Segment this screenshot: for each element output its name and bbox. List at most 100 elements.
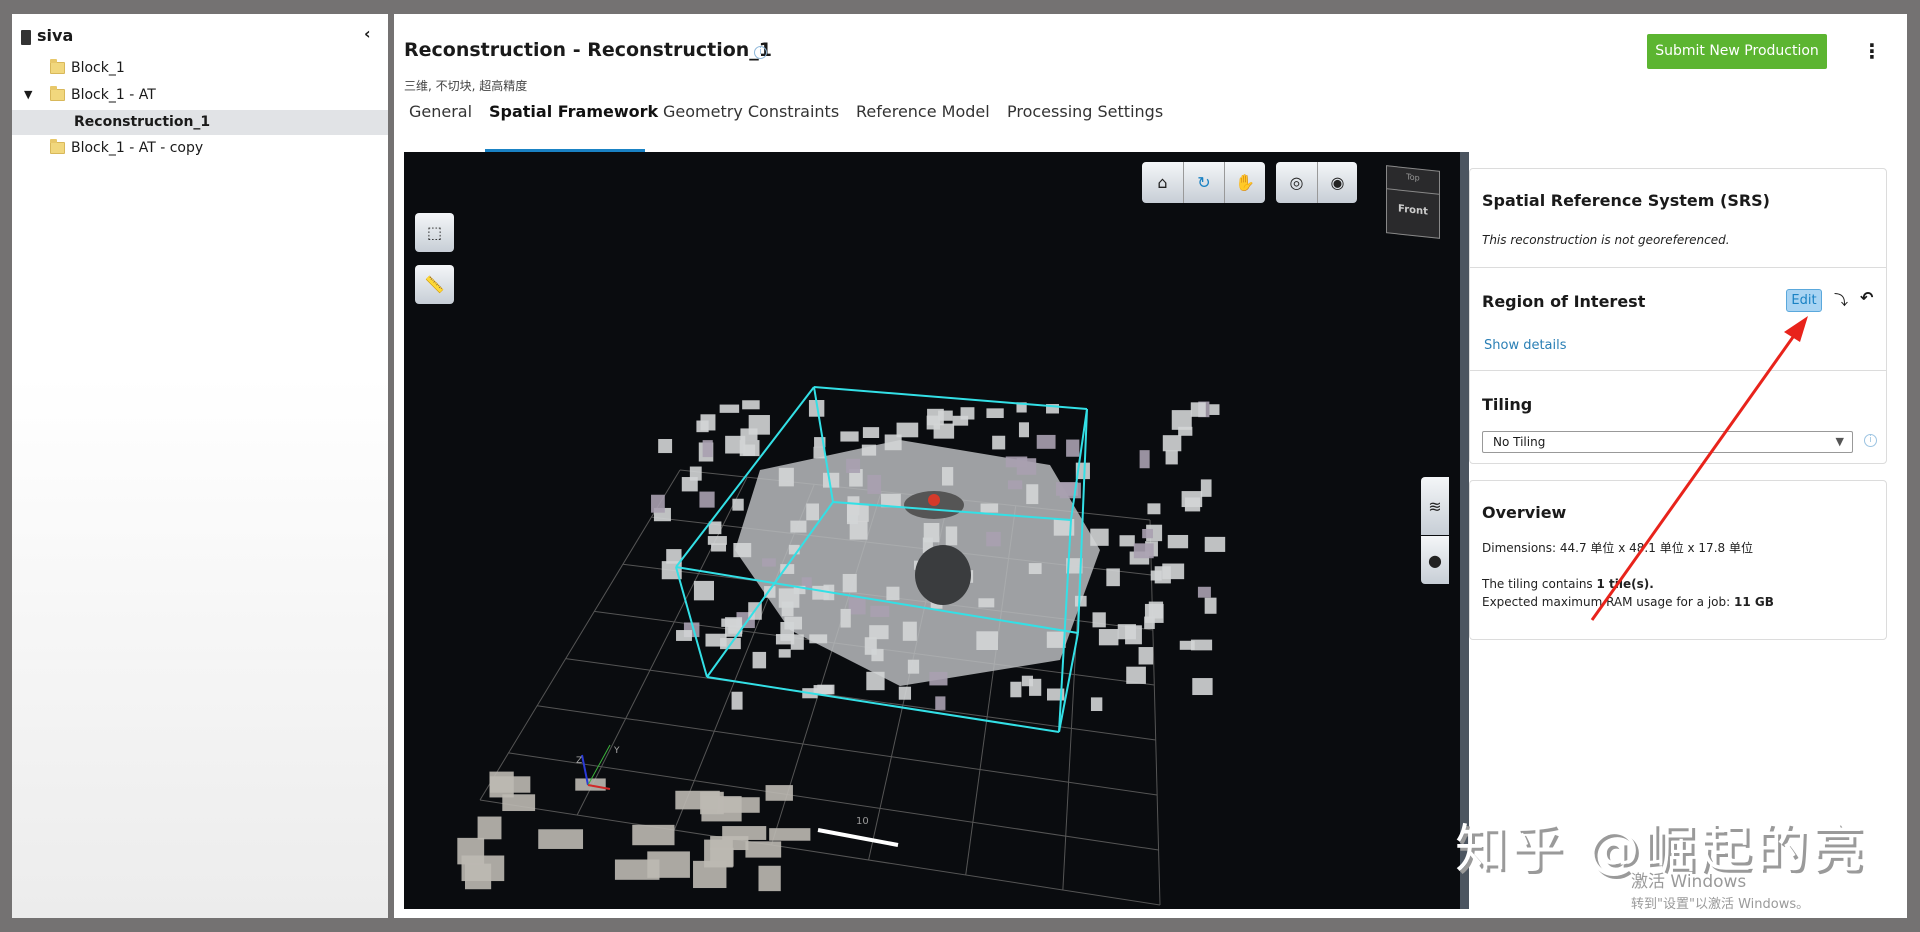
point-cloud-tile [1028, 563, 1042, 575]
project-root[interactable]: siva [37, 26, 73, 45]
globe-button[interactable]: ● [1421, 536, 1449, 584]
cube-icon: ⬚ [426, 223, 443, 242]
object [915, 545, 971, 605]
chevron-down-icon: ▼ [1835, 435, 1844, 448]
point-cloud-tile [1098, 629, 1119, 646]
page-subtitle: 三维, 不切块, 超高精度 [404, 79, 528, 93]
point-cloud-tile [978, 598, 995, 608]
point-cloud-tile [1165, 450, 1178, 465]
ruler-icon: 📏 [424, 275, 445, 294]
show-details-link[interactable]: Show details [1484, 338, 1567, 353]
point-cloud-tile [752, 651, 767, 669]
submit-new-production-button[interactable]: Submit New Production [1647, 34, 1827, 69]
point-cloud-tile [614, 859, 660, 880]
orbit-button[interactable]: ↻ [1183, 162, 1224, 203]
point-cloud-tile [1133, 543, 1154, 559]
overview-card: Overview Dimensions: 44.7 单位 x 48.1 单位 x… [1469, 480, 1887, 640]
view-cube-front[interactable]: Front [1387, 202, 1439, 218]
view-cube-top[interactable]: Top [1387, 170, 1439, 184]
tiling-select-value: No Tiling [1493, 435, 1546, 449]
point-cloud-tile [1167, 534, 1189, 549]
axis-z-label: Z [576, 756, 583, 766]
point-cloud-tile [867, 474, 882, 494]
globe-icon: ● [1428, 550, 1442, 570]
measure-button[interactable]: 📏 [415, 265, 454, 304]
tree-item-block1-at[interactable]: ▼ Block_1 - AT [12, 83, 388, 107]
point-cloud-tile [742, 400, 760, 410]
spatial-settings-card: Spatial Reference System (SRS) This reco… [1469, 168, 1887, 464]
point-cloud-tile [902, 621, 917, 641]
point-cloud-tile [1209, 404, 1220, 415]
point-cloud-tile [696, 420, 709, 433]
point-cloud-tile [477, 816, 502, 840]
tiling-select[interactable]: No Tiling ▼ [1482, 431, 1853, 453]
point-cloud-tile [809, 634, 828, 644]
tiling-info-icon[interactable]: i [1864, 434, 1877, 447]
zhihu-watermark: 知乎 @崛起的亮 [1455, 820, 1868, 880]
tree-item-label: Block_1 - AT - copy [71, 140, 204, 156]
point-cloud-tile [898, 686, 912, 700]
point-cloud-tile [719, 404, 740, 413]
import-roi-icon[interactable]: ⤵ [1834, 290, 1848, 310]
point-cloud-tile [1181, 491, 1203, 508]
view-mode-button[interactable]: ⬚ [415, 213, 454, 252]
more-options-icon[interactable]: ⋮ [1862, 38, 1882, 64]
scale-bar-label: 10 [856, 816, 869, 827]
point-cloud-tile [717, 797, 760, 813]
point-cloud-tile [758, 865, 781, 892]
tab-general[interactable]: General [409, 100, 472, 124]
point-cloud-tile [731, 691, 743, 710]
point-cloud-tile [1106, 568, 1120, 587]
point-cloud-tile [1026, 484, 1039, 505]
3d-viewer[interactable]: ⌂ ↻ ✋ ◎ ◉ Top Front ⬚ 📏 ≋ ● Z Y 10 [404, 152, 1460, 909]
point-cloud-tile [732, 498, 744, 511]
point-cloud-tile [806, 503, 820, 521]
point-cloud-tile [775, 634, 795, 645]
point-cloud-tile [1142, 528, 1153, 539]
info-icon[interactable]: i [754, 46, 767, 59]
focus-button[interactable]: ◎ [1276, 162, 1317, 203]
point-cloud-tile [1007, 480, 1023, 490]
view-cube[interactable]: Top Front [1386, 165, 1440, 239]
point-cloud-tile [1200, 479, 1212, 497]
point-cloud-tile [1144, 603, 1164, 623]
tree-item-reconstruction1[interactable]: Reconstruction_1 [12, 110, 388, 135]
hand-icon: ✋ [1235, 173, 1255, 192]
point-cloud-tile [976, 631, 998, 651]
point-cloud-tile [1119, 535, 1135, 547]
point-cloud-tile [765, 785, 793, 801]
project-tree-sidebar: siva ‹ Block_1 ▼ Block_1 - AT Reconstruc… [12, 14, 388, 918]
pan-button[interactable]: ✋ [1224, 162, 1265, 203]
tree-item-block1-at-copy[interactable]: Block_1 - AT - copy [12, 136, 388, 160]
chevron-down-icon[interactable]: ▼ [24, 83, 32, 107]
home-button[interactable]: ⌂ [1142, 162, 1183, 203]
tab-reference-model[interactable]: Reference Model [856, 100, 990, 124]
point-cloud-tile [693, 580, 714, 601]
roi-heading: Region of Interest [1482, 292, 1646, 311]
visibility-button[interactable]: ◉ [1317, 162, 1357, 203]
viewer-splitter[interactable] [1460, 152, 1469, 909]
point-cloud-tile [864, 637, 877, 655]
orbit-icon: ↻ [1197, 173, 1211, 192]
tab-geometry-constraints[interactable]: Geometry Constraints [663, 100, 839, 124]
reset-roi-icon[interactable]: ↶ [1860, 288, 1873, 307]
point-cloud-tile [699, 491, 715, 508]
point-cloud-tile [1090, 528, 1109, 546]
folder-icon [50, 139, 65, 154]
roi-edit-button[interactable]: Edit [1786, 289, 1822, 312]
point-cloud-tile [986, 408, 1004, 419]
collapse-sidebar-icon[interactable]: ‹ [364, 24, 371, 43]
point-cloud-tile [1154, 566, 1171, 584]
scene-canvas[interactable] [404, 152, 1460, 909]
point-cloud-tile [907, 659, 920, 674]
layers-button[interactable]: ≋ [1421, 477, 1449, 535]
tab-processing-settings[interactable]: Processing Settings [1007, 100, 1163, 124]
tab-spatial-framework[interactable]: Spatial Framework [489, 100, 658, 124]
point-cloud-tile [942, 467, 954, 486]
point-cloud-tile [702, 440, 713, 458]
point-cloud-tile [489, 776, 531, 793]
point-cloud-tile [923, 522, 940, 543]
point-cloud-tile [849, 521, 868, 540]
tree-item-block1[interactable]: Block_1 [12, 56, 388, 80]
point-cloud-tile [848, 597, 866, 615]
